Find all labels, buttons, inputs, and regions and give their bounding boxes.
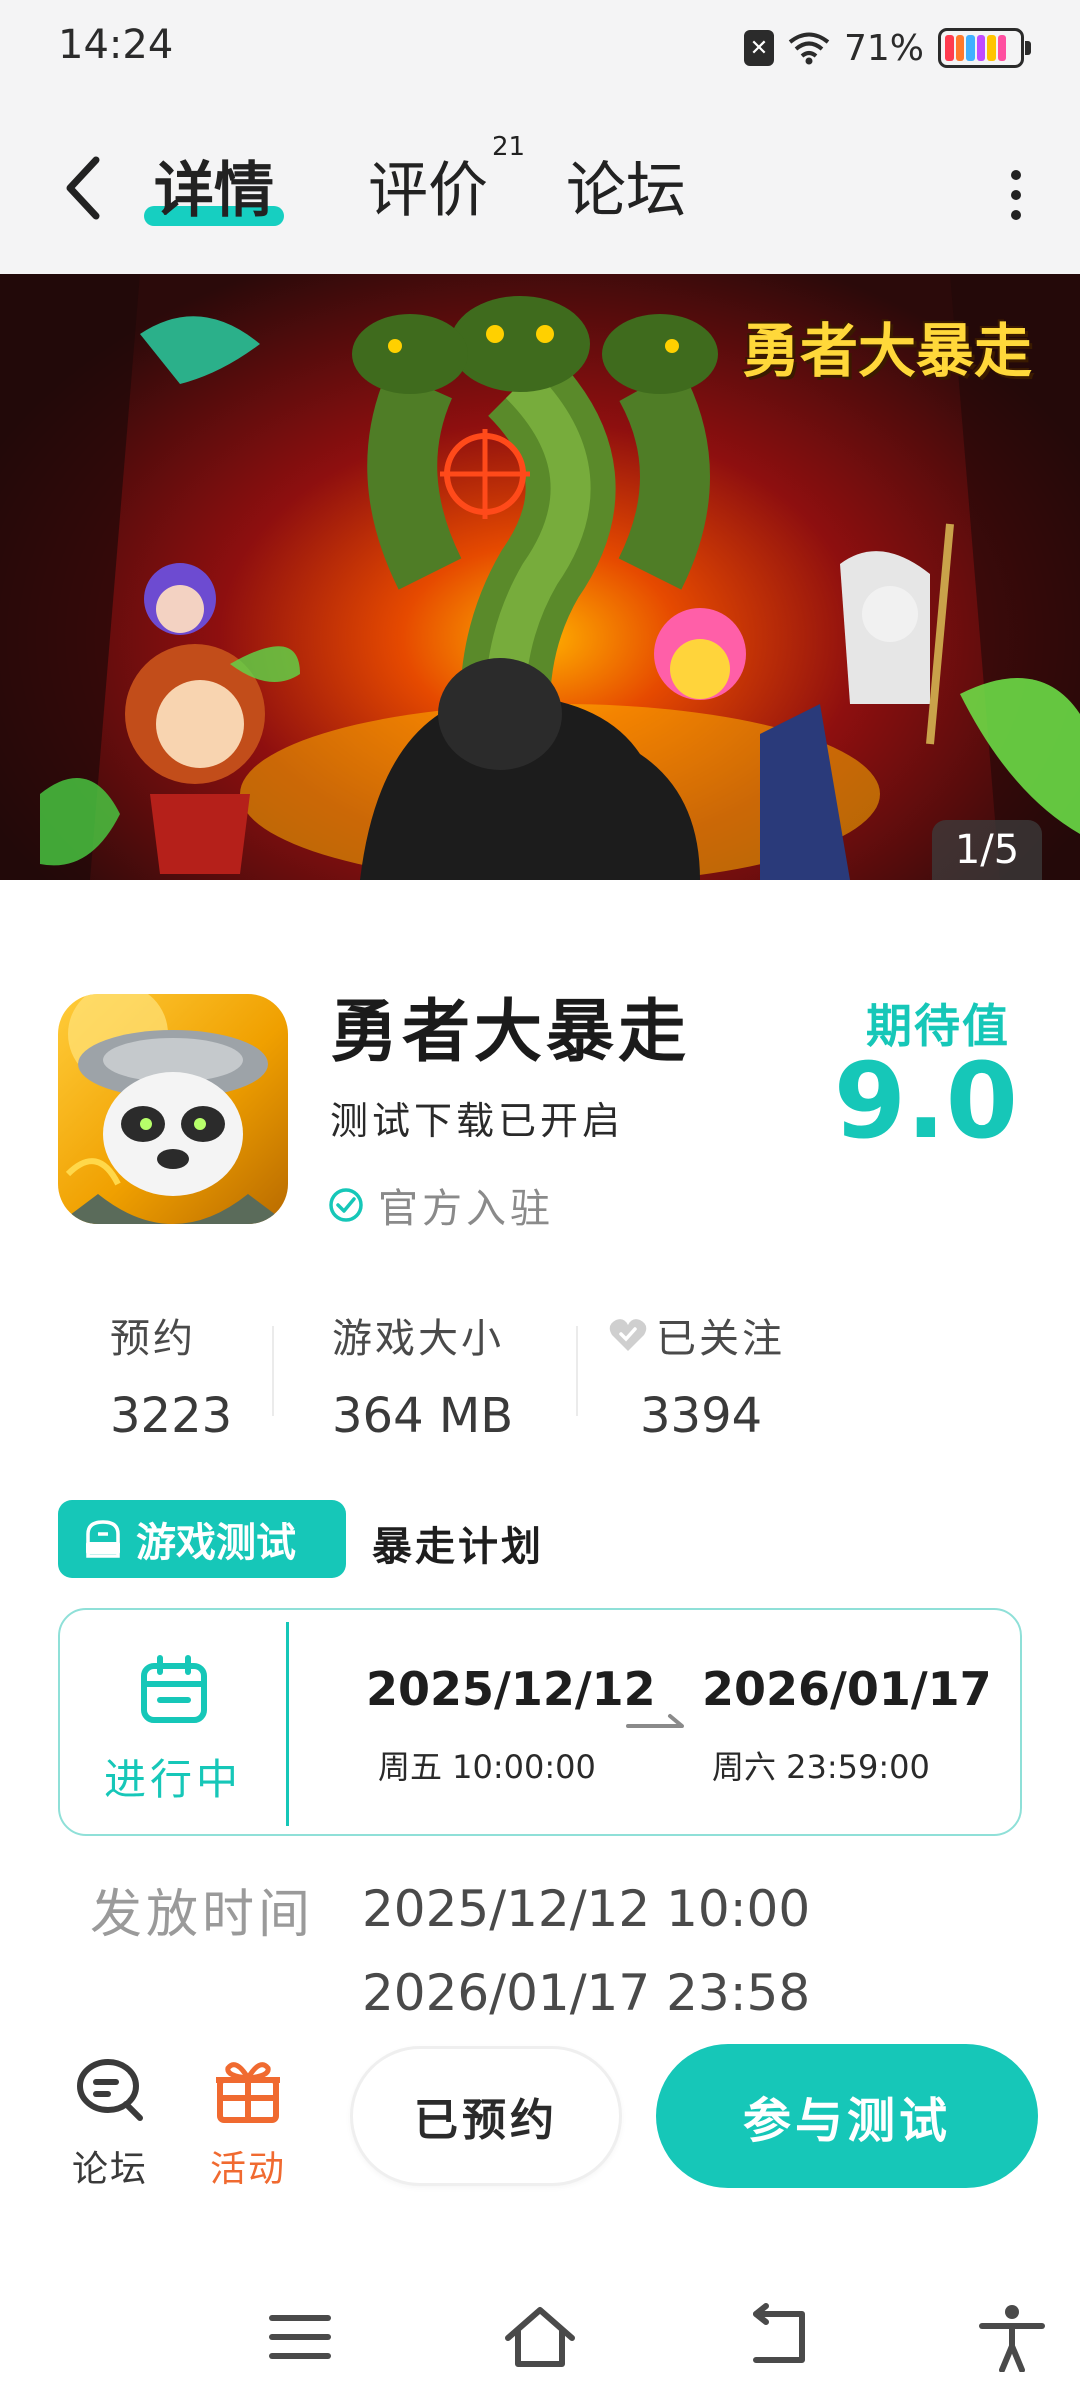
official-badge: 官方入驻: [328, 1176, 554, 1234]
stat-size-label: 游戏大小: [332, 1316, 504, 1362]
accessibility-icon[interactable]: [972, 2302, 1052, 2372]
calendar-icon: [141, 1655, 207, 1723]
heart-icon: [609, 1319, 647, 1351]
tab-detail[interactable]: 详情: [144, 142, 284, 229]
join-test-button[interactable]: 参与测试: [656, 2044, 1038, 2188]
gift-icon: [216, 2062, 280, 2123]
arrow-right-icon: [626, 1714, 684, 1728]
game-subtitle: 测试下载已开启: [330, 1099, 625, 1143]
tab-forum[interactable]: 论坛: [566, 142, 686, 229]
stat-followed-value: 3394: [640, 1388, 763, 1444]
test-icon: [86, 1520, 120, 1558]
end-day-time: 周六 23:59:00: [712, 1748, 930, 1786]
official-label: 官方入驻: [378, 1186, 554, 1232]
banner-page-indicator: 1/5: [932, 820, 1042, 880]
stat-divider: [272, 1326, 274, 1416]
start-date: 2025/12/12: [366, 1662, 656, 1716]
wifi-icon: [788, 32, 830, 65]
stat-reservations-value: 3223: [110, 1388, 233, 1444]
bottom-action-bar: 论坛 活动 已预约 参与测试: [0, 2030, 1080, 2230]
sim-off-icon: ✕: [743, 30, 774, 66]
system-nav-bar: [0, 2250, 1080, 2400]
banner-carousel[interactable]: 勇者大暴走 1/5: [0, 274, 1080, 880]
test-status: 进行中: [104, 1755, 243, 1804]
review-count-badge: 21: [492, 132, 526, 162]
back-icon[interactable]: [58, 148, 118, 228]
test-plan-name: 暴走计划: [372, 1524, 544, 1570]
forum-label: 论坛: [71, 2149, 148, 2190]
chat-bubble-icon: [77, 2059, 143, 2121]
stat-followed-label: 已关注: [656, 1316, 785, 1362]
release-time-label: 发放时间: [90, 1885, 315, 1945]
stat-size-value: 364 MB: [332, 1388, 514, 1444]
stat-reservations: 预约 3223: [110, 1306, 232, 1444]
card-divider: [286, 1622, 289, 1826]
check-circle-icon: [329, 1188, 363, 1222]
tab-detail-label: 详情: [154, 156, 274, 226]
release-time-start: 2025/12/12 10:00: [362, 1880, 811, 1938]
forum-button[interactable]: 论坛: [50, 2052, 170, 2192]
game-app-icon: [58, 994, 288, 1224]
game-name: 勇者大暴走: [330, 993, 691, 1072]
end-date: 2026/01/17: [702, 1662, 992, 1716]
stat-divider: [576, 1326, 578, 1416]
stat-size: 游戏大小 364 MB: [332, 1306, 513, 1444]
release-time-end: 2026/01/17 23:58: [362, 1964, 811, 2022]
banner-game-logo: 勇者大暴走: [741, 317, 1032, 385]
menu-icon[interactable]: [260, 2302, 340, 2372]
status-time: 14:24: [58, 22, 174, 68]
activity-button[interactable]: 活动: [188, 2052, 308, 2192]
expect-score: 9.0: [833, 1040, 1018, 1162]
battery-percent: 71%: [843, 27, 924, 69]
start-day-time: 周五 10:00:00: [378, 1748, 596, 1786]
test-schedule-card: 进行中 2025/12/12 周五 10:00:00 2026/01/17 周六…: [58, 1608, 1022, 1836]
home-icon[interactable]: [500, 2302, 580, 2372]
header: 详情 评价 21 论坛: [0, 96, 1080, 274]
status-icons: ✕ 71%: [743, 22, 1031, 74]
stat-followed-label-row: 已关注: [608, 1306, 785, 1364]
battery-icon: [938, 28, 1031, 68]
stat-reservations-label: 预约: [110, 1316, 196, 1362]
status-bar: 14:24 ✕ 71%: [0, 0, 1080, 96]
tab-review-label: 评价: [368, 156, 488, 226]
reserved-button[interactable]: 已预约: [350, 2046, 622, 2186]
tab-review[interactable]: 评价 21: [368, 132, 525, 229]
game-test-label: 游戏测试: [136, 1520, 296, 1566]
stat-followed[interactable]: 已关注 3394: [608, 1306, 785, 1444]
more-options-icon[interactable]: [998, 160, 1034, 236]
tab-forum-label: 论坛: [566, 156, 686, 226]
back-nav-icon[interactable]: [740, 2302, 820, 2372]
activity-label: 活动: [209, 2149, 286, 2190]
game-test-badge[interactable]: 游戏测试: [58, 1500, 346, 1578]
